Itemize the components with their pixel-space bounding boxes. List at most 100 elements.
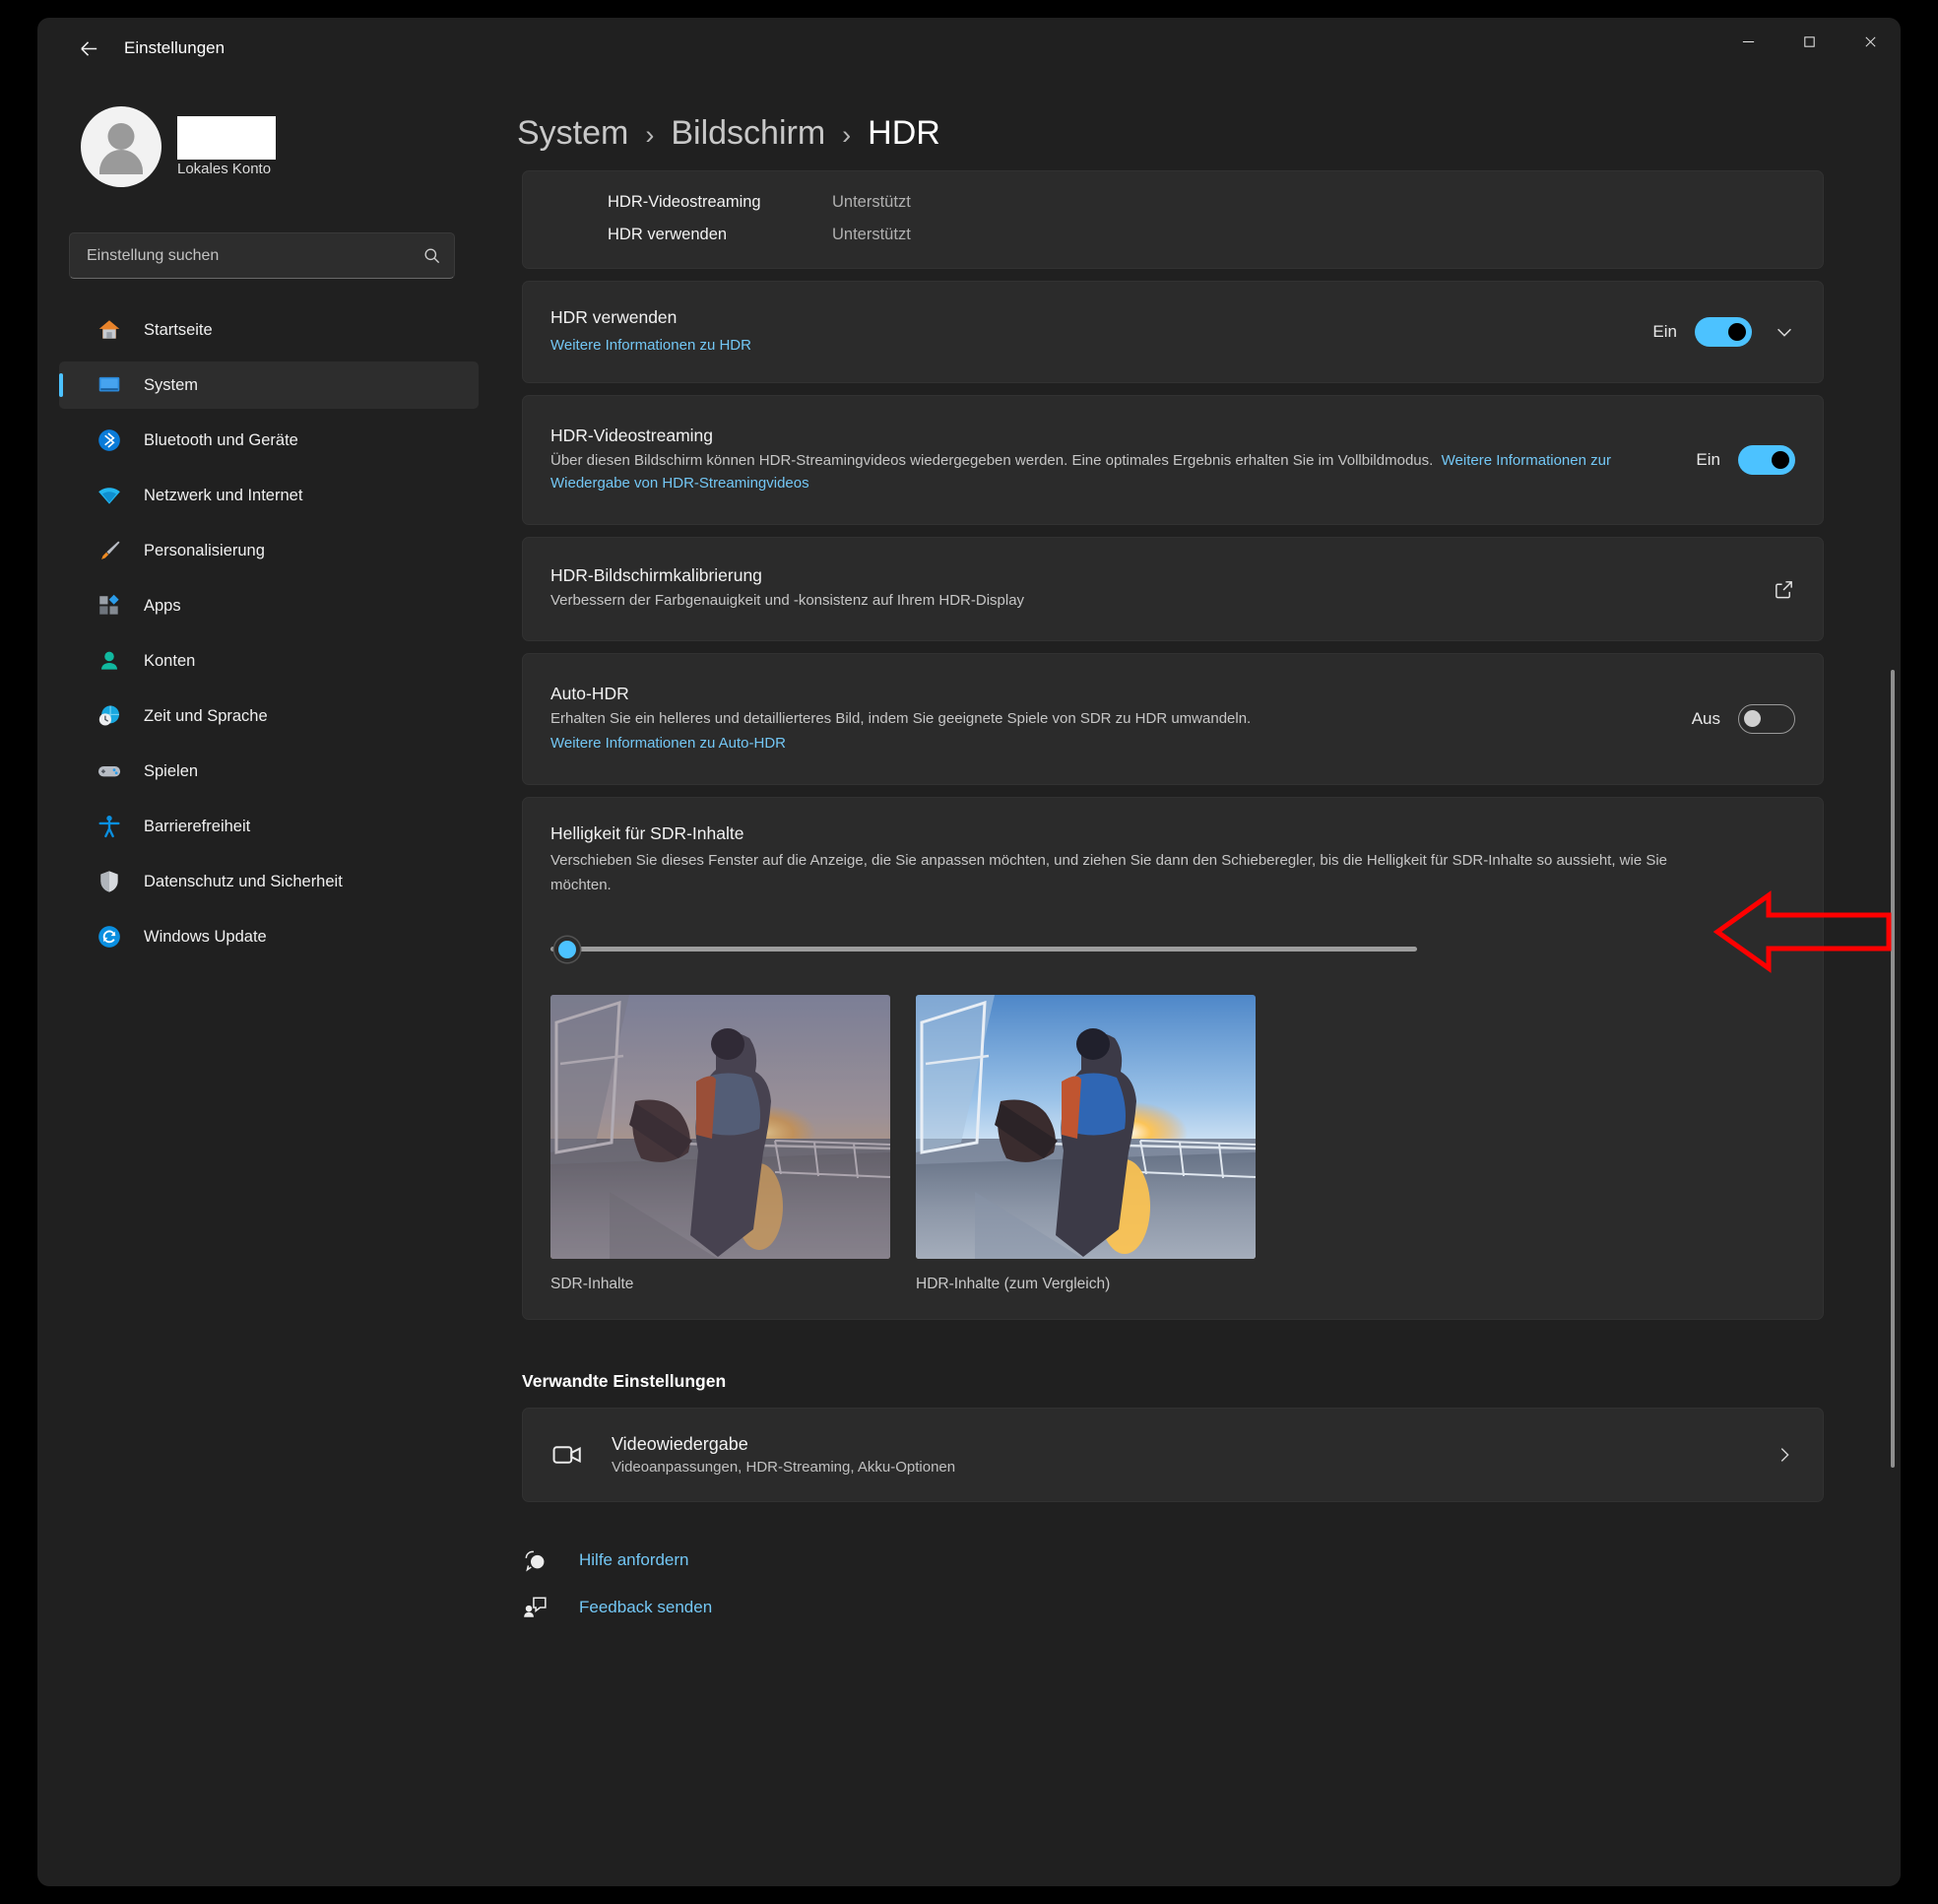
help-link-feedback-senden[interactable]: Feedback senden [522, 1595, 1901, 1620]
account-subtitle: Lokales Konto [177, 161, 272, 177]
close-icon [1864, 35, 1876, 47]
sidebar-item-barrierefreiheit[interactable]: Barrierefreiheit [59, 803, 479, 850]
sidebar-item-apps[interactable]: Apps [59, 582, 479, 629]
app-title: Einstellungen [124, 38, 226, 57]
sidebar: Lokales Konto Startseite System [37, 79, 500, 1886]
sdr-brightness-slider[interactable] [550, 934, 1417, 965]
back-button[interactable] [65, 28, 112, 69]
auto-hdr-toggle[interactable] [1738, 704, 1795, 734]
chevron-down-icon[interactable] [1774, 321, 1795, 343]
preview-hdr: HDR-Inhalte (zum Vergleich) [916, 994, 1256, 1293]
related-settings-title: Verwandte Einstellungen [522, 1370, 727, 1391]
slider-thumb[interactable] [558, 940, 576, 958]
chevron-right-icon [1774, 1444, 1795, 1466]
capability-row: HDR verwenden Unterstützt [608, 226, 1795, 244]
sdr-brightness-card: Helligkeit für SDR-Inhalte Verschieben S… [522, 797, 1824, 1320]
hdr-video-streaming-state-label: Ein [1696, 450, 1720, 469]
auto-hdr-desc: Erhalten Sie ein helleres und detaillier… [550, 709, 1252, 727]
help-icon: ? [522, 1547, 579, 1573]
accessibility-icon [93, 812, 126, 841]
related-item-desc: Videoanpassungen, HDR-Streaming, Akku-Op… [612, 1458, 956, 1476]
preview-sdr: SDR-Inhalte [550, 994, 890, 1293]
sidebar-item-startseite[interactable]: Startseite [59, 306, 479, 354]
help-links: ? Hilfe anfordern Feedback senden [522, 1547, 1901, 1620]
sidebar-item-spielen[interactable]: Spielen [59, 748, 479, 795]
account-block[interactable]: Lokales Konto [81, 106, 479, 187]
sidebar-item-label: Windows Update [144, 927, 267, 946]
sidebar-item-label: Apps [144, 596, 181, 615]
hdr-display-calibration-title: HDR-Bildschirmkalibrierung [550, 565, 762, 586]
sidebar-item-personalisierung[interactable]: Personalisierung [59, 527, 479, 574]
auto-hdr-texts: Auto-HDR Erhalten Sie ein helleres und d… [550, 684, 1674, 755]
breadcrumb: System › Bildschirm › HDR [517, 114, 1901, 153]
close-button[interactable] [1840, 18, 1901, 65]
hdr-video-streaming-card[interactable]: HDR-Videostreaming Über diesen Bildschir… [522, 395, 1824, 525]
help-link-label: Feedback senden [579, 1597, 713, 1616]
maximize-button[interactable] [1778, 18, 1840, 65]
home-icon [93, 315, 126, 345]
window-controls [1717, 18, 1901, 65]
video-camera-icon [550, 1438, 612, 1472]
sidebar-item-windows-update[interactable]: Windows Update [59, 913, 479, 960]
capability-key: HDR verwenden [608, 226, 728, 243]
monitor-icon [93, 370, 126, 400]
hdr-video-streaming-texts: HDR-Videostreaming Über diesen Bildschir… [550, 426, 1678, 495]
sidebar-item-label: Zeit und Sprache [144, 706, 268, 725]
preview-images: SDR-Inhalte HDR-Inhalte (zum Vergleich) [550, 994, 1795, 1293]
content-area: System › Bildschirm › HDR HDR-Videostrea… [500, 79, 1901, 1886]
sidebar-item-zeit-und-sprache[interactable]: Zeit und Sprache [59, 692, 479, 740]
sidebar-item-label: Startseite [144, 320, 213, 339]
sidebar-item-netzwerk-und-internet[interactable]: Netzwerk und Internet [59, 472, 479, 519]
sidebar-item-label: Datenschutz und Sicherheit [144, 872, 343, 890]
sidebar-item-konten[interactable]: Konten [59, 637, 479, 685]
auto-hdr-title: Auto-HDR [550, 683, 629, 703]
content-scrollbar[interactable] [1891, 670, 1895, 1468]
hdr-video-streaming-toggle[interactable] [1738, 445, 1795, 475]
preview-label: HDR-Inhalte (zum Vergleich) [916, 1275, 1111, 1292]
sidebar-item-system[interactable]: System [59, 361, 479, 409]
red-left-arrow-annotation [1713, 890, 1892, 973]
breadcrumb-separator-icon: › [842, 120, 852, 150]
hdr-video-streaming-controls: Ein [1696, 445, 1795, 475]
hdr-preview-image [916, 994, 1256, 1259]
hdr-video-streaming-desc-text: Über diesen Bildschirm können HDR-Stream… [550, 451, 1434, 469]
apps-icon [93, 591, 126, 621]
paintbrush-icon [93, 536, 126, 565]
help-link-label: Hilfe anfordern [579, 1549, 689, 1569]
feedback-icon [522, 1595, 579, 1620]
sdr-brightness-desc: Verschieben Sie dieses Fenster auf die A… [550, 852, 1668, 893]
sidebar-item-datenschutz-und-sicherheit[interactable]: Datenschutz und Sicherheit [59, 858, 479, 905]
use-hdr-card[interactable]: HDR verwenden Weitere Informationen zu H… [522, 281, 1824, 383]
help-link-hilfe-anfordern[interactable]: ? Hilfe anfordern [522, 1547, 1901, 1573]
update-icon [93, 922, 126, 952]
capability-value: Unterstützt [832, 193, 911, 211]
breadcrumb-item-hdr: HDR [868, 114, 940, 152]
sidebar-item-label: Bluetooth und Geräte [144, 430, 298, 449]
capability-row: HDR-Videostreaming Unterstützt [608, 193, 1795, 212]
sidebar-item-label: Personalisierung [144, 541, 265, 559]
auto-hdr-controls: Aus [1692, 704, 1795, 734]
open-external-icon[interactable] [1773, 578, 1795, 601]
auto-hdr-card[interactable]: Auto-HDR Erhalten Sie ein helleres und d… [522, 653, 1824, 785]
minimize-button[interactable] [1717, 18, 1778, 65]
breadcrumb-separator-icon: › [645, 120, 655, 150]
title-bar: Einstellungen [37, 18, 1901, 79]
search-box[interactable] [69, 232, 455, 279]
person-icon [93, 646, 126, 676]
breadcrumb-item-bildschirm[interactable]: Bildschirm [671, 114, 825, 153]
related-item-videowiedergabe[interactable]: Videowiedergabe Videoanpassungen, HDR-St… [522, 1407, 1824, 1502]
back-arrow-icon [80, 40, 97, 56]
sidebar-item-label: Barrierefreiheit [144, 817, 251, 835]
use-hdr-texts: HDR verwenden Weitere Informationen zu H… [550, 307, 1635, 357]
slider-track[interactable] [550, 946, 1417, 952]
use-hdr-learn-more-link[interactable]: Weitere Informationen zu HDR [550, 337, 751, 354]
capability-key: HDR-Videostreaming [608, 193, 761, 211]
breadcrumb-item-system[interactable]: System [517, 114, 628, 153]
search-input[interactable] [70, 246, 409, 265]
auto-hdr-learn-more-link[interactable]: Weitere Informationen zu Auto-HDR [550, 735, 786, 752]
minimize-icon [1742, 40, 1754, 42]
hdr-display-calibration-card[interactable]: HDR-Bildschirmkalibrierung Verbessern de… [522, 537, 1824, 641]
svg-text:?: ? [535, 1557, 540, 1567]
sidebar-item-bluetooth-und-geraete[interactable]: Bluetooth und Geräte [59, 417, 479, 464]
use-hdr-toggle[interactable] [1695, 317, 1752, 347]
